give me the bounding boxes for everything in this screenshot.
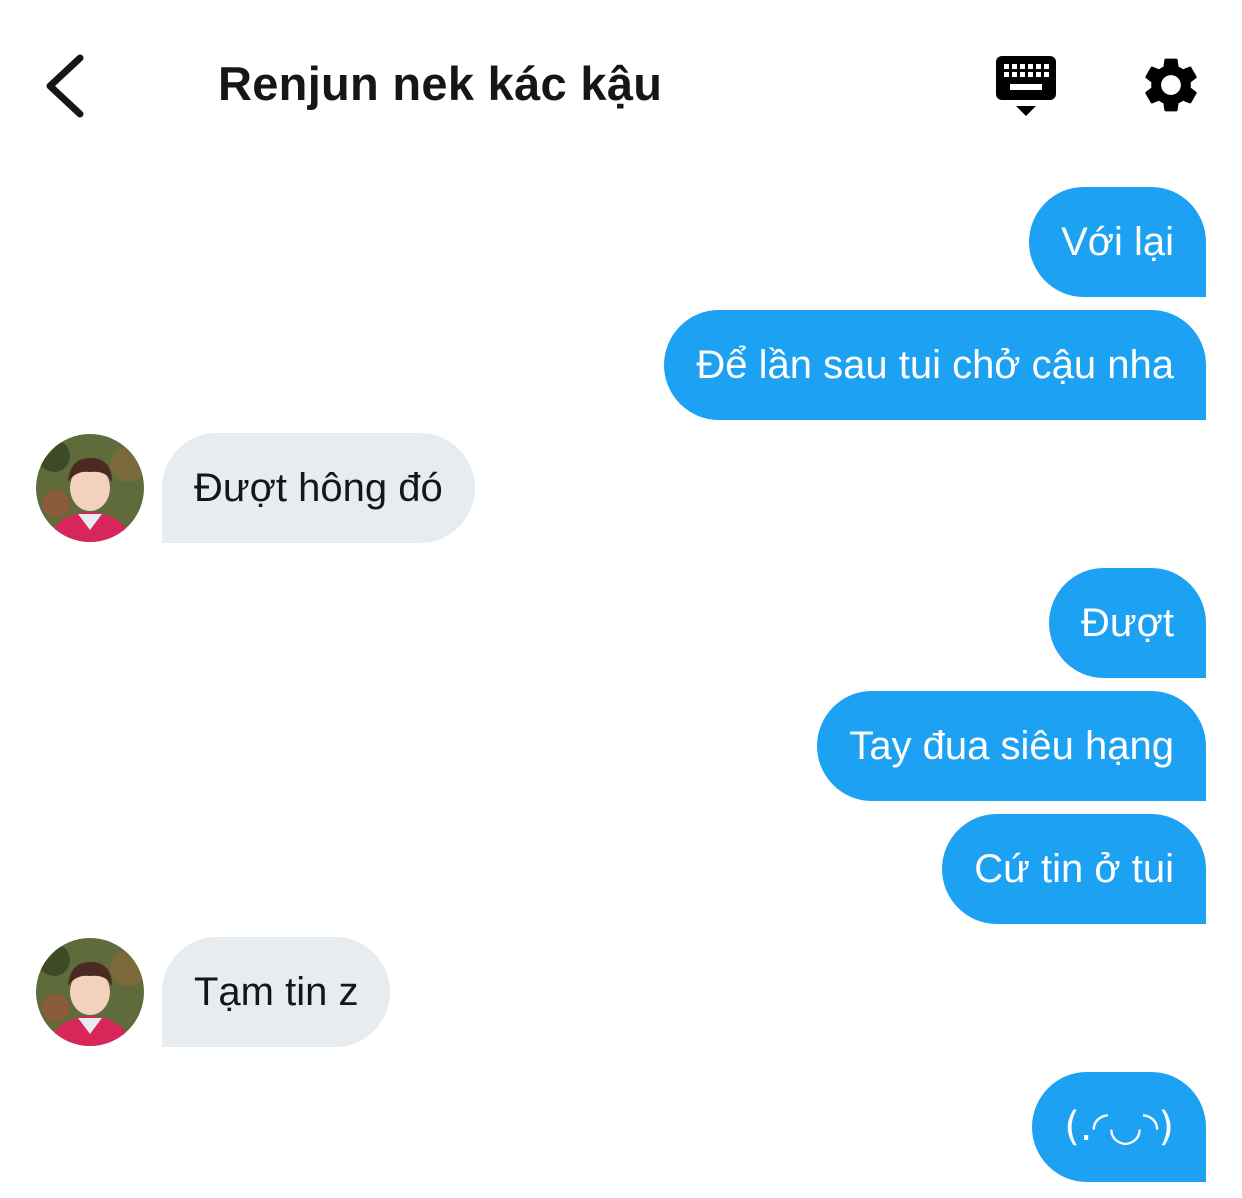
sent-message[interactable]: Để lần sau tui chở cậu nha: [664, 310, 1206, 420]
sent-message[interactable]: (.◜◡◝): [1032, 1072, 1206, 1182]
keyboard-icon: [996, 56, 1056, 116]
received-message[interactable]: Tạm tin z: [162, 937, 391, 1047]
received-message[interactable]: Đượt hông đó: [162, 433, 475, 543]
sent-message[interactable]: Cứ tin ở tui: [942, 814, 1206, 924]
sent-message[interactable]: Với lại: [1029, 187, 1206, 297]
conversation-header: Renjun nek kác kậu: [0, 0, 1242, 170]
settings-button[interactable]: [1138, 52, 1204, 118]
conversation-title: Renjun nek kác kậu: [218, 57, 663, 110]
avatar[interactable]: [36, 434, 144, 542]
sent-message[interactable]: Đượt: [1048, 568, 1206, 678]
chevron-left-icon: [46, 54, 84, 118]
keyboard-toggle-button[interactable]: [990, 50, 1062, 120]
sent-message[interactable]: Tay đua siêu hạng: [817, 691, 1206, 801]
gear-icon: [1145, 58, 1197, 112]
back-button[interactable]: [36, 46, 108, 126]
avatar[interactable]: [36, 938, 144, 1046]
